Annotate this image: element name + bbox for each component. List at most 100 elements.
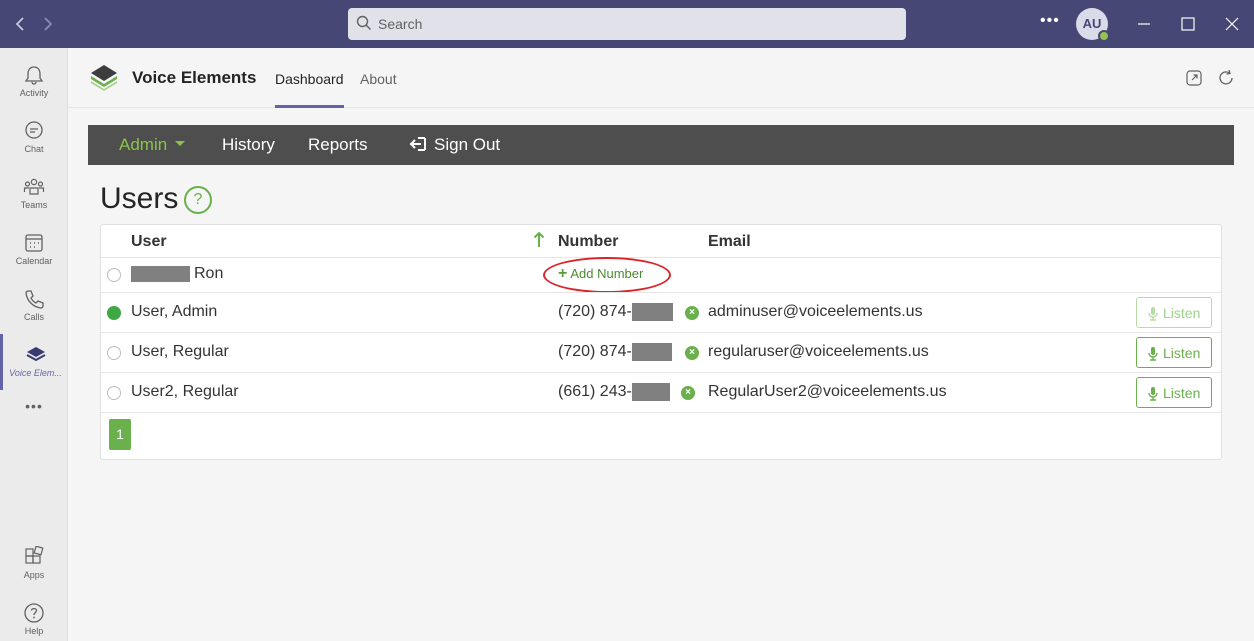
redacted-block	[631, 343, 672, 361]
rail-more-icon[interactable]: •••	[0, 398, 68, 422]
user-name: User, Admin	[131, 303, 218, 320]
popout-icon[interactable]	[1184, 68, 1204, 88]
avatar-initials: AU	[1082, 16, 1102, 31]
help-icon	[24, 603, 44, 623]
tab-about[interactable]: About	[360, 71, 397, 87]
bell-icon	[24, 66, 44, 85]
phone-icon	[25, 290, 44, 309]
microphone-icon	[1148, 387, 1158, 401]
table-row[interactable]: User, Admin (720) 874- × adminuser@voice…	[101, 292, 1221, 332]
rail-label: Help	[24, 626, 44, 636]
listen-button[interactable]: Listen	[1136, 337, 1212, 368]
rail-item-calls[interactable]: Calls	[0, 278, 68, 334]
email-cell: RegularUser2@voiceelements.us	[708, 383, 947, 400]
rail-label: Chat	[24, 144, 44, 154]
rail-label: Voice Elem...	[9, 368, 62, 378]
row-select-radio[interactable]	[107, 346, 121, 360]
apps-icon	[25, 546, 44, 564]
app-navbar: Admin History Reports Sign Out	[88, 125, 1234, 165]
search-box[interactable]: Search	[348, 8, 906, 40]
email-cell: adminuser@voiceelements.us	[708, 303, 923, 320]
listen-button[interactable]: Listen	[1136, 297, 1212, 328]
redacted-block	[631, 383, 670, 401]
column-header-number[interactable]: Number	[558, 233, 618, 251]
rail-label: Calendar	[15, 256, 53, 266]
listen-label: Listen	[1163, 345, 1201, 361]
voice-elements-logo	[91, 65, 117, 91]
close-icon[interactable]	[1222, 14, 1242, 34]
user-name: User, Regular	[131, 343, 229, 360]
search-icon	[356, 15, 371, 30]
row-select-radio[interactable]	[107, 386, 121, 400]
number-cell: (661) 243-	[558, 383, 670, 401]
row-divider	[101, 412, 1221, 413]
email-cell: regularuser@voiceelements.us	[708, 343, 929, 360]
user-name: Ron	[194, 265, 224, 282]
phone-number: (720) 874-	[558, 303, 632, 321]
search-placeholder: Search	[378, 16, 423, 32]
rail-item-activity[interactable]: Activity	[0, 54, 68, 110]
chevron-down-icon	[175, 141, 186, 147]
history-link[interactable]: History	[222, 135, 275, 155]
rail-more-label: •••	[25, 398, 43, 414]
pagination-page-button[interactable]: 1	[109, 419, 131, 450]
column-header-email[interactable]: Email	[708, 233, 751, 251]
row-select-radio[interactable]	[107, 306, 121, 320]
table-row[interactable]: User2, Regular (661) 243- × RegularUser2…	[101, 372, 1221, 412]
main-content: Admin History Reports Sign Out Users ? U…	[88, 108, 1234, 641]
microphone-icon	[1148, 347, 1158, 361]
admin-menu-label: Admin	[119, 135, 168, 154]
avatar[interactable]: AU	[1076, 8, 1110, 42]
rail-item-calendar[interactable]: Calendar	[0, 222, 68, 278]
teams-icon	[23, 178, 45, 195]
column-header-user[interactable]: User	[131, 233, 167, 251]
forward-arrow-icon[interactable]	[36, 12, 60, 36]
maximize-icon[interactable]	[1178, 14, 1198, 34]
remove-number-icon[interactable]: ×	[685, 346, 699, 360]
rail-item-voice-elements[interactable]: Voice Elem...	[0, 334, 68, 390]
rail-label: Calls	[23, 312, 44, 322]
listen-label: Listen	[1163, 305, 1201, 321]
rail-item-teams[interactable]: Teams	[0, 166, 68, 222]
rail-item-chat[interactable]: Chat	[0, 110, 68, 166]
reports-link[interactable]: Reports	[308, 135, 368, 155]
sort-ascending-icon[interactable]	[533, 231, 545, 249]
more-options-icon[interactable]: •••	[1040, 12, 1060, 30]
row-select-radio[interactable]	[107, 268, 121, 282]
app-rail: Activity Chat Teams Calendar Calls Voice…	[0, 48, 68, 641]
table-row[interactable]: User, Regular (720) 874- × regularuser@v…	[101, 332, 1221, 372]
rail-label: Teams	[20, 200, 48, 210]
admin-menu[interactable]: Admin	[119, 135, 186, 155]
rail-item-apps[interactable]: Apps	[0, 536, 68, 592]
users-table: User Number Email Ron + Add Number User, …	[100, 224, 1222, 460]
phone-number: (720) 874-	[558, 343, 632, 361]
tab-dashboard[interactable]: Dashboard	[275, 71, 344, 87]
calendar-icon	[25, 234, 43, 252]
rail-label: Activity	[19, 88, 49, 98]
rail-label: Apps	[23, 570, 45, 580]
title-bar: Search ••• AU	[0, 0, 1254, 48]
number-cell: (720) 874-	[558, 343, 672, 361]
microphone-icon	[1148, 307, 1158, 321]
redacted-block	[131, 265, 190, 282]
chat-icon	[25, 121, 43, 139]
highlight-annotation-oval	[543, 257, 671, 293]
app-name: Voice Elements	[132, 68, 257, 87]
listen-button[interactable]: Listen	[1136, 377, 1212, 408]
rail-item-help[interactable]: Help	[0, 592, 68, 641]
page-title: Users	[100, 182, 179, 215]
help-button[interactable]: ?	[184, 186, 212, 214]
presence-available-icon	[1098, 30, 1110, 42]
redacted-block	[631, 303, 673, 321]
minimize-icon[interactable]	[1134, 14, 1154, 34]
voice-elements-icon	[26, 347, 45, 362]
remove-number-icon[interactable]: ×	[681, 386, 695, 400]
number-cell: (720) 874-	[558, 303, 673, 321]
back-arrow-icon[interactable]	[8, 12, 32, 36]
refresh-icon[interactable]	[1216, 68, 1236, 88]
remove-number-icon[interactable]: ×	[685, 306, 699, 320]
sign-out-link[interactable]: Sign Out	[408, 135, 500, 155]
app-header: Voice Elements Dashboard About	[68, 48, 1254, 108]
phone-number: (661) 243-	[558, 383, 632, 401]
table-row[interactable]: Ron + Add Number	[101, 257, 1221, 293]
